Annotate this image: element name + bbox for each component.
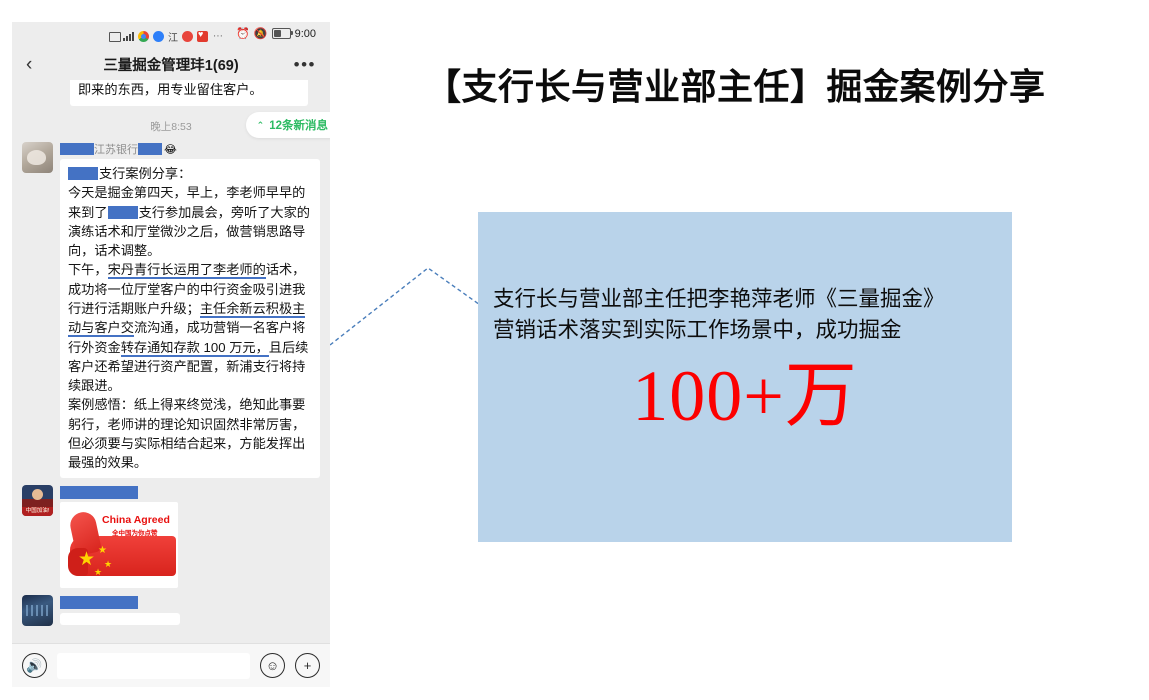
dashed-leader-line: [330, 267, 490, 346]
message-paragraph-3: 案例感悟：纸上得来终觉浅，绝知此事要躬行，老师讲的理论知识固然非常厉害，但必须要…: [68, 397, 306, 471]
message-paragraph-2-prefix: 下午，: [68, 262, 108, 278]
status-bar-right: ⏰ 🔕 9:00: [236, 27, 316, 41]
avatar[interactable]: [22, 595, 53, 627]
callout-line-2: 营销话术落实到实际工作场景中，成功掘金: [493, 317, 902, 342]
message-bubble-previous: 即来的东西，用专业留住客户。: [70, 80, 308, 107]
new-messages-label: 12条新消息: [269, 120, 328, 132]
message-row: 中国加油! ★ ★ ★ ★ China Agreed 全中国为你点赞: [22, 485, 320, 589]
avatar[interactable]: 中国加油!: [22, 485, 53, 517]
battery-icon: [271, 28, 293, 39]
avatar[interactable]: [22, 142, 53, 174]
redaction-block: [107, 205, 138, 219]
message-underlined-3: 转存通知存款 100 万元，: [120, 339, 269, 357]
message-input[interactable]: [57, 652, 250, 679]
redaction-block: [60, 595, 138, 609]
app-red-icon: [182, 31, 193, 42]
signal-bars-icon: [123, 32, 134, 41]
star-icon: ★: [78, 549, 96, 571]
sender-name: 江苏银行: [94, 144, 138, 157]
page-title: 【支行长与营业部主任】掘金案例分享: [425, 66, 1046, 107]
plus-circle-icon[interactable]: +: [295, 653, 320, 678]
message-column: 江苏银行 😂 支行案例分享： 今天是掘金第四天，早上，李老师早早的来到了 支行参加…: [60, 142, 320, 479]
chat-nav-bar: ‹ 三量掘金管理玤1(69) •••: [12, 48, 330, 80]
message-bubble[interactable]: 支行案例分享： 今天是掘金第四天，早上，李老师早早的来到了 支行参加晨会，旁听了大…: [60, 159, 320, 479]
star-icon: ★: [98, 545, 107, 557]
star-icon: ★: [94, 567, 103, 578]
sender-emoji: 😂: [164, 143, 177, 156]
callout-big-number: 100+万: [632, 356, 858, 436]
callout-line-1: 支行长与营业部主任把李艳萍老师《三量掘金》: [493, 287, 945, 311]
chrome-icon: [138, 31, 149, 42]
chat-title: 三量掘金管理玤1(69): [103, 57, 239, 74]
status-bar-left-icons: 江 ⋯: [109, 29, 224, 44]
image-message[interactable]: ★ ★ ★ ★ China Agreed 全中国为你点赞: [60, 502, 178, 589]
image-caption-cn: 全中国为你点赞: [112, 530, 158, 538]
status-bar: 江 ⋯ ⏰ 🔕 9:00: [12, 22, 330, 48]
sender-line: [60, 595, 320, 609]
sender-line: 江苏银行 😂: [60, 142, 320, 156]
message-column: [60, 595, 320, 630]
smiley-face-icon[interactable]: ☺: [260, 653, 285, 678]
status-bar-time: 9:00: [294, 27, 316, 40]
callout-text: 支行长与营业部主任把李艳萍老师《三量掘金》 营销话术落实到实际工作场景中，成功掘…: [493, 284, 1004, 345]
message-bubble[interactable]: [60, 613, 180, 626]
redaction-block: [60, 143, 94, 156]
overflow-dots-icon: ⋯: [213, 31, 224, 42]
sender-line: [60, 485, 320, 499]
message-row: 江苏银行 😂 支行案例分享： 今天是掘金第四天，早上，李老师早早的来到了 支行参加…: [22, 142, 320, 479]
more-options-button[interactable]: •••: [294, 56, 316, 73]
phone-screenshot: 江 ⋯ ⏰ 🔕 9:00 ‹ 三量掘金管理玤1(69) ••• 即来的东西，用专…: [12, 22, 330, 687]
message-column: ★ ★ ★ ★ China Agreed 全中国为你点赞: [60, 485, 320, 589]
message-underlined-1: 宋丹青行长运用了李老师的: [107, 262, 266, 280]
chat-message-list[interactable]: 即来的东西，用专业留住客户。 ⌃ 12条新消息 晚上8:53 江苏银行 😂 支行…: [12, 80, 330, 644]
new-messages-badge[interactable]: ⌃ 12条新消息: [245, 112, 330, 138]
redaction-block: [68, 167, 98, 181]
avatar-caption: 中国加油!: [22, 507, 53, 517]
back-button[interactable]: ‹: [26, 55, 32, 74]
image-caption-en: China Agreed: [102, 514, 170, 527]
browser-icon: [153, 31, 164, 42]
mute-bell-icon: 🔕: [253, 28, 268, 40]
message-row: [22, 595, 320, 630]
chevron-up-icon: ⌃: [256, 119, 265, 130]
redaction-block: [138, 143, 162, 156]
redaction-block: [60, 485, 138, 499]
heart-app-icon: [197, 29, 208, 42]
sim-card-icon: [109, 31, 121, 42]
voice-wave-icon[interactable]: 🔊: [22, 653, 47, 678]
message-heading: 支行案例分享：: [99, 166, 192, 182]
alarm-clock-icon: ⏰: [236, 28, 250, 40]
callout-box: 支行长与营业部主任把李艳萍老师《三量掘金》 营销话术落实到实际工作场景中，成功掘…: [478, 212, 1012, 542]
chat-input-bar: 🔊 ☺ +: [12, 643, 330, 687]
star-icon: ★: [104, 559, 113, 570]
input-method-icon: 江: [168, 33, 178, 44]
